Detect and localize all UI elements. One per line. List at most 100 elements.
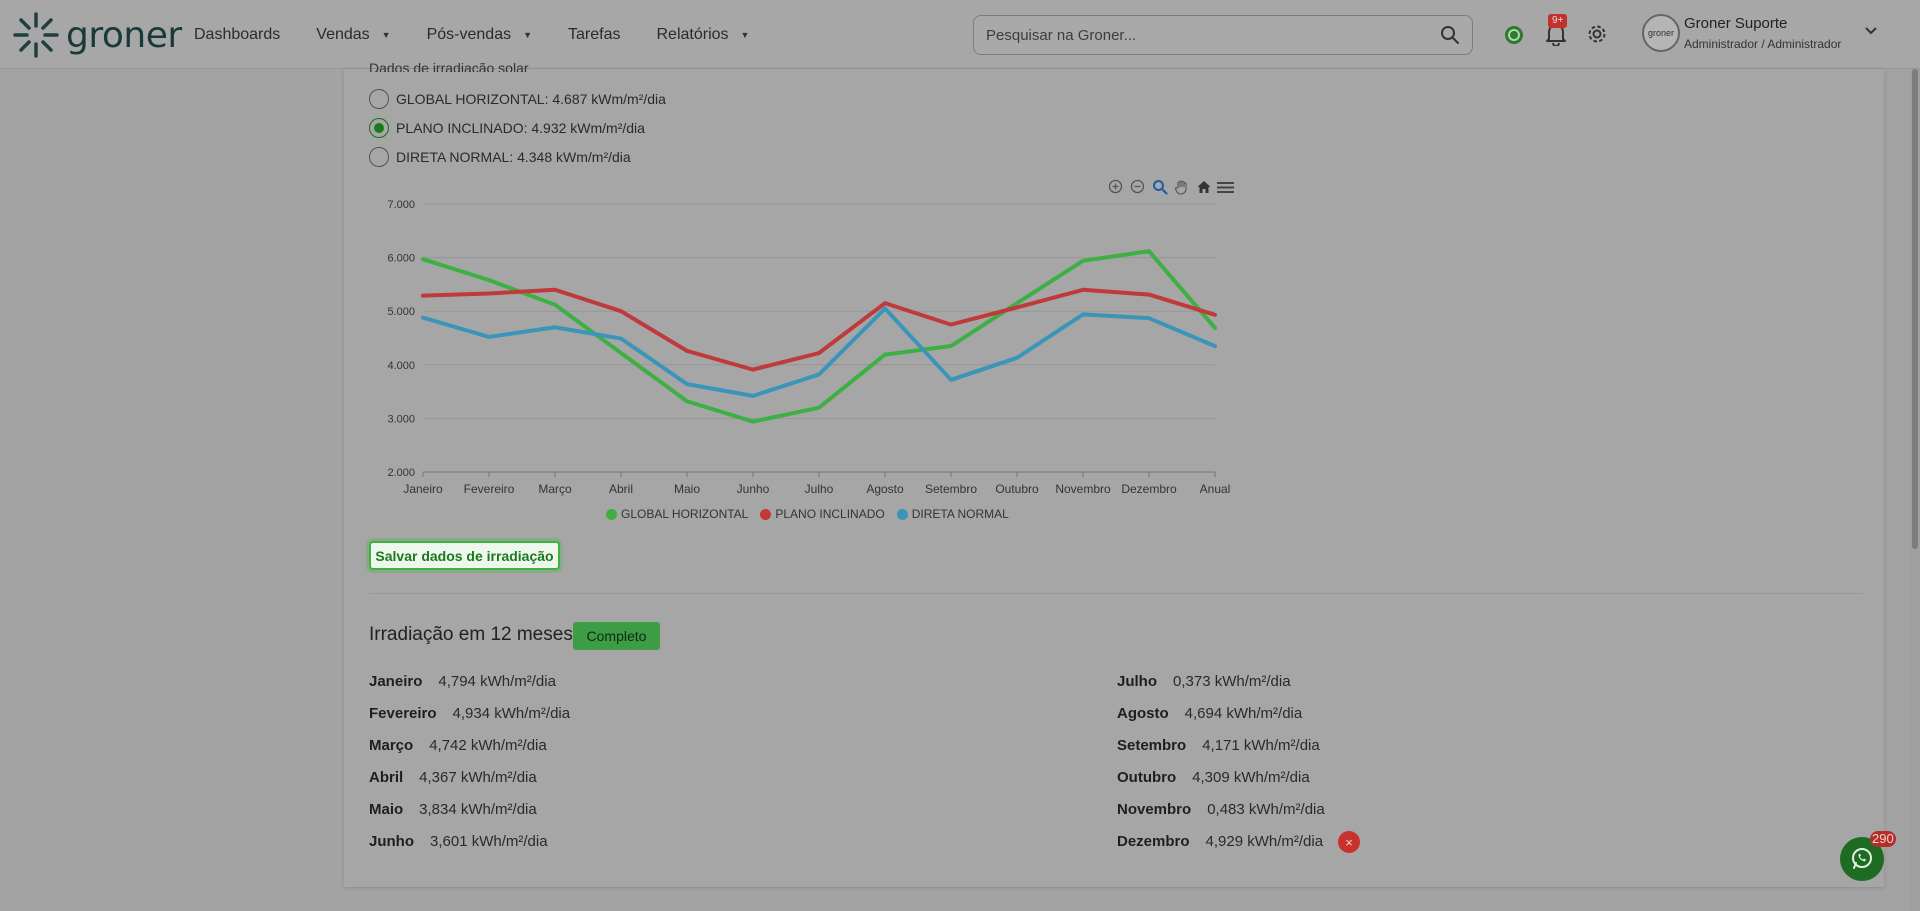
month-value: 4,934 kWh/m²/dia [452, 705, 571, 722]
month-value: 3,601 kWh/m²/dia [430, 833, 548, 850]
legend-label: DIRETA NORMAL [911, 507, 1009, 521]
nav-pos-vendas[interactable]: Pós-vendas ▼ [427, 26, 532, 44]
month-row-janeiro: Janeiro 4,794 kWh/m²/dia [369, 673, 556, 690]
month-row-fevereiro: Fevereiro 4,934 kWh/m²/dia [369, 705, 570, 722]
month-value: 4,794 kWh/m²/dia [438, 673, 556, 690]
month-row-setembro: Setembro 4,171 kWh/m²/dia [1117, 737, 1320, 754]
month-row-agosto: Agosto 4,694 kWh/m²/dia [1117, 705, 1302, 722]
month-value: 4,694 kWh/m²/dia [1184, 705, 1303, 722]
divider [369, 593, 1863, 594]
line-chart-svg: 7.000 6.000 5.000 4.000 3.000 2.000 Janeiro Fev… [387, 199, 1230, 496]
y-tick-label: 7.000 [387, 199, 415, 211]
month-name: Fevereiro [369, 705, 437, 722]
top-navbar: groner Dashboards Vendas ▼ Pós-vendas ▼ Ta… [0, 0, 1920, 69]
x-tick-label: Abril [609, 482, 633, 496]
status-badge: Completo [573, 622, 660, 650]
nav-tarefas-label: Tarefas [568, 25, 621, 43]
radio-global-horizontal[interactable]: GLOBAL HORIZONTAL: 4.687 kWm/m²/dia [369, 89, 666, 109]
month-value: 3,834 kWh/m²/dia [419, 801, 537, 818]
nav-dashboards-label: Dashboards [194, 25, 281, 43]
x-tick-label: Agosto [866, 482, 904, 496]
months-panel-title: Irradiação em 12 meses [369, 624, 573, 645]
scrollbar-thumb[interactable] [1912, 69, 1918, 549]
search-input[interactable] [986, 26, 1440, 44]
x-tick-label: Setembro [925, 482, 977, 496]
nav-relatorios[interactable]: Relatórios ▼ [656, 26, 749, 44]
radio-plano-inclinado[interactable]: PLANO INCLINADO: 4.932 kWm/m²/dia [369, 118, 645, 138]
legend-dot [760, 508, 772, 520]
whatsapp-icon [1852, 848, 1872, 869]
month-name: Junho [369, 833, 414, 850]
gear-icon[interactable] [1586, 23, 1608, 45]
brand-name: groner [66, 14, 182, 56]
user-role: Administrador / Administrador [1684, 37, 1842, 51]
x-tick-label: Outubro [995, 482, 1039, 496]
radio-label: GLOBAL HORIZONTAL: 4.687 kWm/m²/dia [396, 91, 666, 107]
month-name: Outubro [1117, 769, 1177, 786]
radio-label: PLANO INCLINADO: 4.932 kWm/m²/dia [396, 120, 645, 136]
month-row-maio: Maio 3,834 kWh/m²/dia [369, 801, 537, 818]
global-search [973, 15, 1473, 55]
radio-circle[interactable] [369, 89, 389, 109]
save-irradiation-button[interactable]: Salvar dados de irradiação [369, 541, 560, 570]
legend-dot [896, 508, 908, 520]
month-value: 0,483 kWh/m²/dia [1207, 801, 1325, 818]
caret-down-icon: ▼ [381, 29, 391, 40]
x-tick-label: Janeiro [403, 482, 443, 496]
month-value: 4,742 kWh/m²/dia [429, 737, 547, 754]
month-row-junho: Junho 3,601 kWh/m²/dia [369, 833, 548, 850]
legend-item-plano-inclinado[interactable]: PLANO INCLINADO [760, 507, 885, 521]
search-icon[interactable] [1440, 25, 1460, 45]
nav-vendas[interactable]: Vendas ▼ [316, 26, 390, 44]
month-value: 4,309 kWh/m²/dia [1192, 769, 1310, 786]
remove-button[interactable]: × [1338, 831, 1360, 853]
legend-label: GLOBAL HORIZONTAL [621, 507, 749, 521]
user-menu[interactable]: groner Groner Suporte Administrador / Ad… [1642, 14, 1841, 52]
legend-item-direta-normal[interactable]: DIRETA NORMAL [896, 507, 1009, 521]
irradiation-chart: 7.000 6.000 5.000 4.000 3.000 2.000 Janeiro Fev… [370, 172, 1240, 532]
y-tick-label: 4.000 [387, 360, 415, 372]
y-tick-label: 5.000 [387, 306, 415, 318]
chart-legend: GLOBAL HORIZONTAL PLANO INCLINADO DIRETA… [606, 507, 1021, 521]
legend-dot [606, 508, 617, 520]
nav-pos-vendas-label: Pós-vendas [426, 25, 512, 43]
x-tick-label: Março [538, 482, 572, 496]
x-tick-label: Maio [674, 482, 700, 496]
groner-logo[interactable]: groner [12, 10, 182, 60]
x-tick-label: Dezembro [1121, 482, 1177, 496]
radio-direta-normal[interactable]: DIRETA NORMAL: 4.348 kWm/m²/dia [369, 147, 631, 167]
month-name: Setembro [1117, 737, 1187, 754]
notification-badge: 9+ [1548, 14, 1568, 28]
whatsapp-unread-badge: 290 [1870, 831, 1896, 847]
section-label: Dados de irradiação solar [369, 60, 529, 72]
chevron-down-icon[interactable] [1864, 26, 1878, 36]
radio-label: DIRETA NORMAL: 4.348 kWm/m²/dia [396, 149, 631, 165]
x-tick-label: Junho [737, 482, 770, 496]
legend-item-global-horizontal[interactable]: GLOBAL HORIZONTAL [606, 507, 748, 521]
month-name: Maio [369, 801, 404, 818]
month-row-abril: Abril 4,367 kWh/m²/dia [369, 769, 537, 786]
month-name: Março [369, 737, 414, 754]
month-name: Dezembro [1117, 833, 1190, 850]
chat-icon[interactable] [1503, 24, 1525, 46]
x-tick-label: Julho [805, 482, 834, 496]
month-name: Janeiro [369, 673, 423, 690]
month-row-outubro: Outubro 4,309 kWh/m²/dia [1117, 769, 1310, 786]
month-row-marco: Março 4,742 kWh/m²/dia [369, 737, 547, 754]
y-tick-label: 6.000 [387, 253, 415, 265]
avatar: groner [1642, 14, 1680, 52]
nav-vendas-label: Vendas [316, 25, 370, 43]
sun-burst-icon [13, 12, 59, 58]
month-name: Novembro [1117, 801, 1192, 818]
radio-circle[interactable] [369, 147, 389, 167]
month-value: 0,373 kWh/m²/dia [1173, 673, 1291, 690]
nav-tarefas[interactable]: Tarefas [568, 26, 620, 44]
radio-circle-checked[interactable] [369, 118, 389, 138]
main-menu: Dashboards Vendas ▼ Pós-vendas ▼ Tarefas R… [194, 0, 785, 69]
month-name: Julho [1117, 673, 1157, 690]
month-row-julho: Julho 0,373 kWh/m²/dia [1117, 673, 1291, 690]
month-row-novembro: Novembro 0,483 kWh/m²/dia [1117, 801, 1325, 818]
month-row-dezembro: Dezembro 4,929 kWh/m²/dia [1117, 833, 1323, 850]
x-tick-label: Novembro [1055, 482, 1111, 496]
nav-dashboards[interactable]: Dashboards [194, 26, 280, 44]
